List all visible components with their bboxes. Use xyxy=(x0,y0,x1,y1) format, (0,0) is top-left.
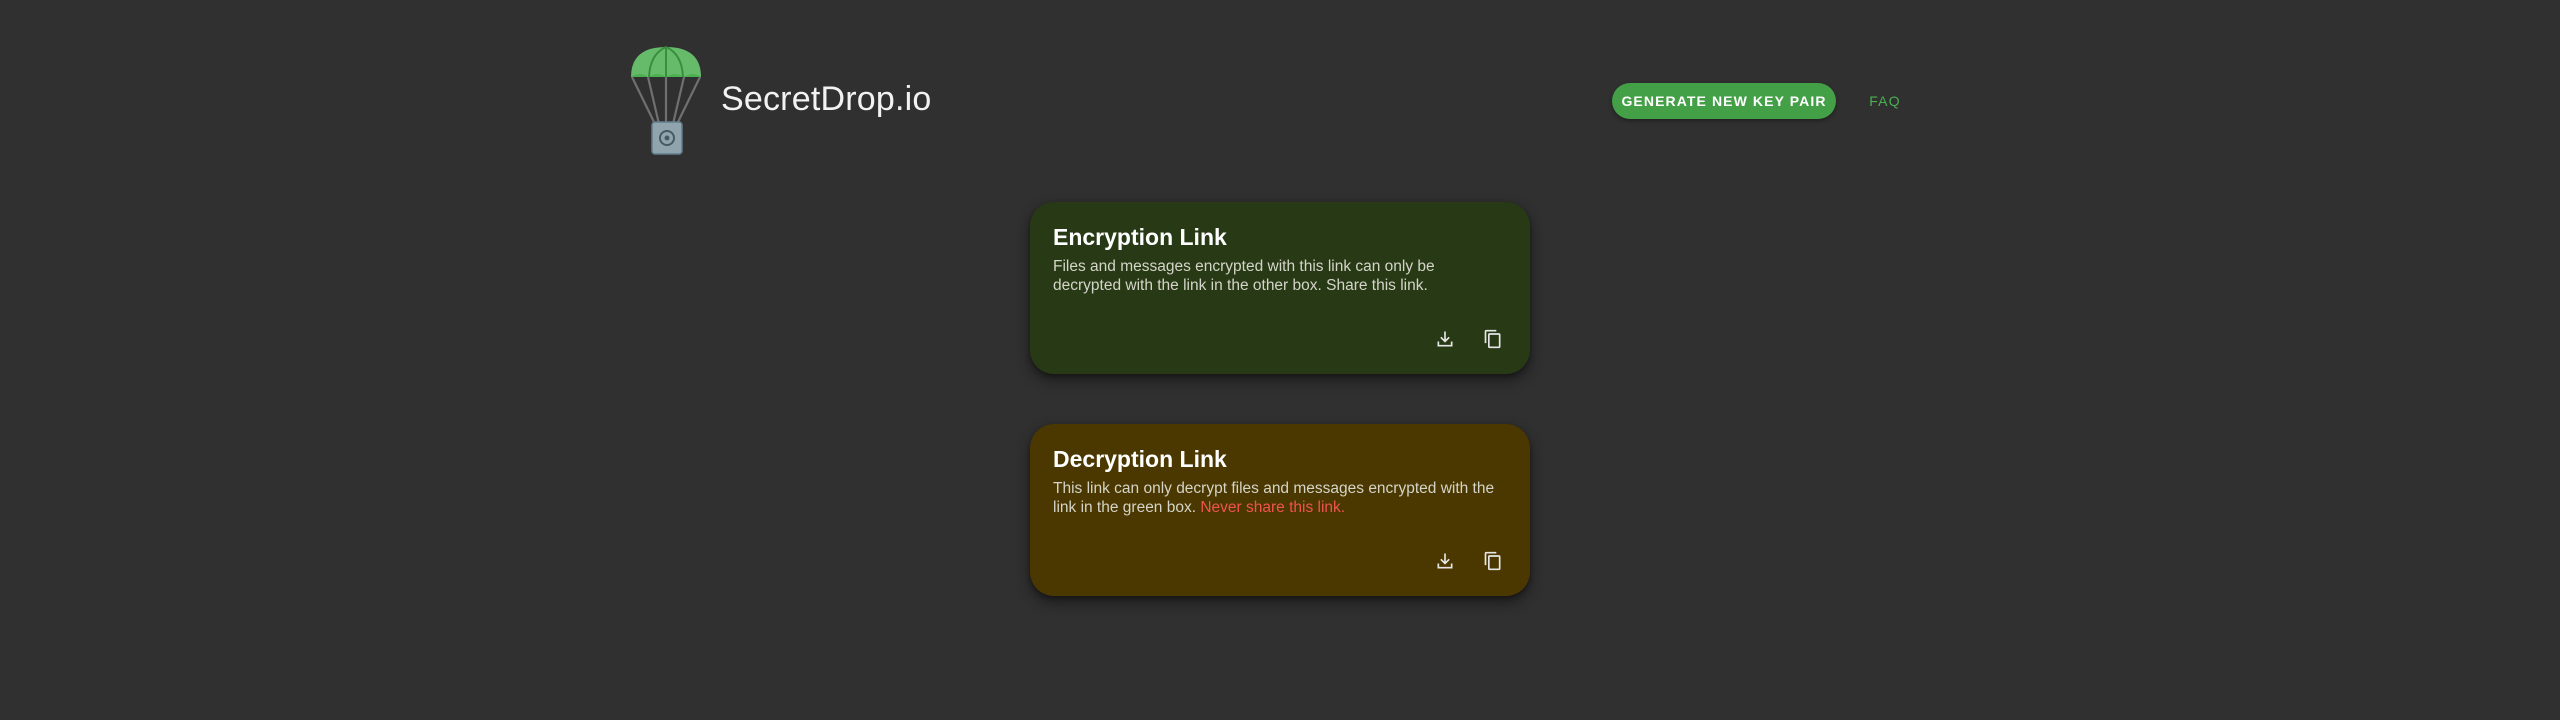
download-icon[interactable] xyxy=(1434,550,1456,572)
generate-key-pair-button[interactable]: GENERATE NEW KEY PAIR xyxy=(1612,83,1836,119)
decryption-link-card: Decryption Link This link can only decry… xyxy=(1030,424,1530,596)
faq-button[interactable]: FAQ xyxy=(1860,83,1910,119)
download-icon[interactable] xyxy=(1434,328,1456,350)
parachute-logo-icon xyxy=(628,44,704,156)
copy-icon[interactable] xyxy=(1482,550,1504,572)
encryption-card-description: Files and messages encrypted with this l… xyxy=(1053,258,1435,294)
encryption-card-actions xyxy=(1434,328,1504,350)
decryption-card-description: This link can only decrypt files and mes… xyxy=(1053,479,1503,517)
app-header: SecretDrop.io GENERATE NEW KEY PAIR FAQ xyxy=(628,44,1900,156)
brand-title: SecretDrop.io xyxy=(721,80,932,118)
encryption-link-card: Encryption Link Files and messages encry… xyxy=(1030,202,1530,374)
decryption-card-actions xyxy=(1434,550,1504,572)
decryption-card-title: Decryption Link xyxy=(1053,446,1227,472)
copy-icon[interactable] xyxy=(1482,328,1504,350)
encryption-card-title: Encryption Link xyxy=(1053,224,1227,250)
never-share-warning: Never share this link. xyxy=(1200,499,1346,516)
